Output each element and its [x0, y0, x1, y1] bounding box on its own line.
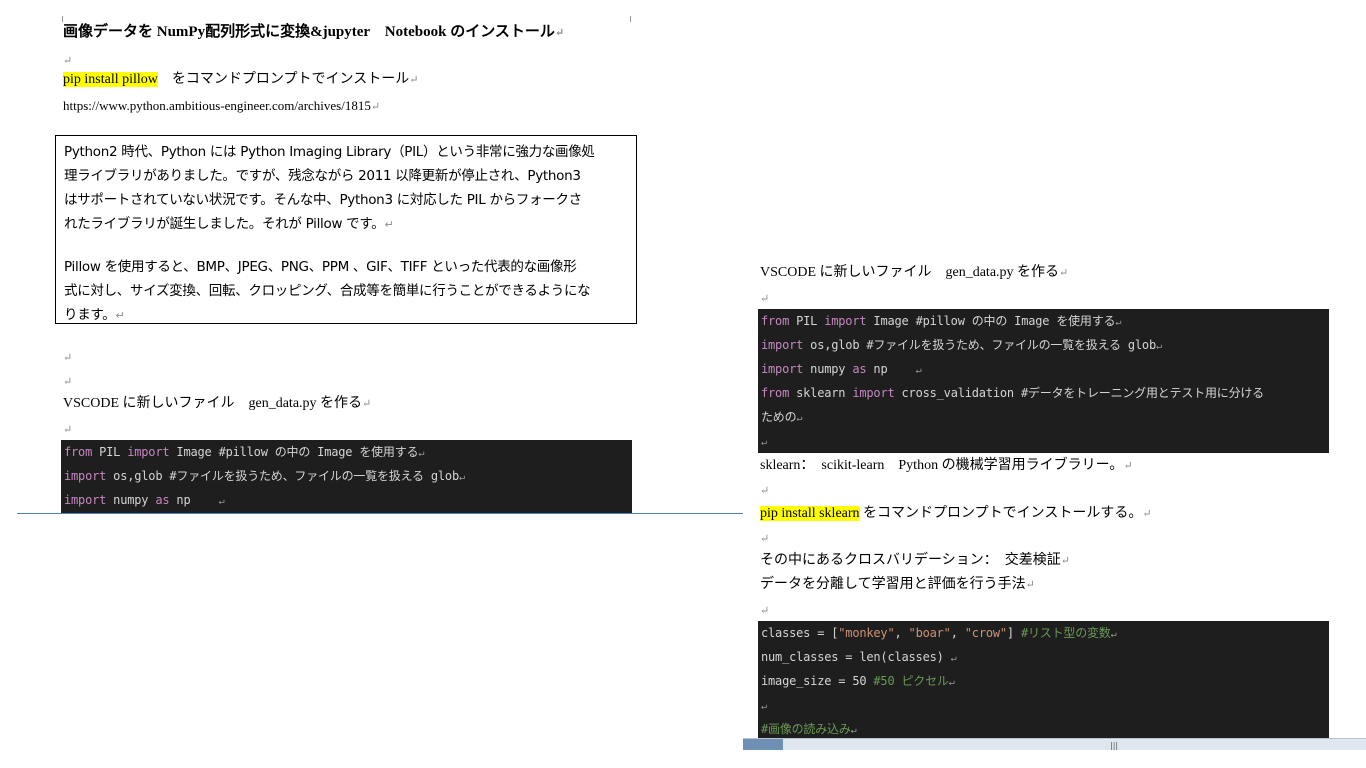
- page-break-line: [17, 513, 743, 514]
- code-line: classes = ["monkey", "boar", "crow"] #リス…: [761, 626, 1117, 640]
- paragraph-mark: ↵: [760, 605, 770, 617]
- code-line: ↵: [761, 701, 767, 712]
- pip-sklearn-command: pip install sklearn: [760, 506, 860, 521]
- quote-line: れたライブラリが誕生しました。それが Pillow です。↵: [64, 216, 394, 232]
- pip-sklearn-line: pip install sklearn をコマンドプロンプトでインストールする。…: [760, 506, 1152, 521]
- paragraph-mark: ↵: [63, 352, 73, 364]
- code-line: from PIL import Image #pillow の中の Image …: [761, 314, 1122, 328]
- paragraph-mark: ↵: [760, 293, 770, 305]
- reference-url[interactable]: https://www.python.ambitious-engineer.co…: [63, 97, 380, 116]
- code-line: import numpy as np ↵: [64, 493, 225, 507]
- page-corner-mark: [630, 16, 631, 22]
- code-line: import os,glob #ファイルを扱うため、ファイルの一覧を扱える gl…: [64, 469, 465, 483]
- code-line: import os,glob #ファイルを扱うため、ファイルの一覧を扱える gl…: [761, 338, 1162, 352]
- vscode-heading-right: VSCODE に新しいファイル gen_data.py を作る↵: [760, 265, 1069, 280]
- paragraph-mark: ↵: [63, 424, 73, 436]
- pip-pillow-command: pip install pillow: [63, 72, 158, 87]
- paragraph-mark: ↵: [63, 55, 73, 67]
- scrollbar-thumb[interactable]: [743, 739, 783, 750]
- code-line: import numpy as np ↵: [761, 362, 922, 376]
- quote-line: ります。↵: [64, 307, 125, 323]
- sklearn-description: sklearn： scikit-learn Python の機械学習用ライブラリ…: [760, 458, 1133, 473]
- code-line: ↵: [761, 437, 767, 448]
- quote-line: Pillow を使用すると、BMP、JPEG、PNG、PPM 、GIF、TIFF…: [64, 259, 577, 275]
- quote-line: Python2 時代、Python には Python Imaging Libr…: [64, 144, 595, 160]
- code-block-left: from PIL import Image #pillow の中の Image …: [61, 440, 632, 513]
- quote-box: Python2 時代、Python には Python Imaging Libr…: [55, 135, 637, 324]
- code-line: #画像の読み込み↵: [761, 722, 857, 736]
- cross-validation-desc: データを分離して学習用と評価を行う手法↵: [760, 577, 1035, 592]
- paragraph-mark: ↵: [760, 533, 770, 545]
- doc-title: 画像データを NumPy配列形式に変換&jupyter Notebook のイン…: [63, 24, 565, 40]
- code-block-right-imports: from PIL import Image #pillow の中の Image …: [758, 309, 1329, 453]
- paragraph-mark: ↵: [760, 485, 770, 497]
- vscode-heading-left: VSCODE に新しいファイル gen_data.py を作る↵: [63, 396, 372, 411]
- quote-line: [64, 237, 628, 255]
- page-corner-mark: [62, 16, 63, 22]
- quote-line: 式に対し、サイズ変換、回転、クロッピング、合成等を簡単に行うことができるようにな: [64, 283, 591, 299]
- quote-line: はサポートされていない状況です。そんな中、Python3 に対応した PIL か…: [64, 192, 582, 208]
- paragraph-mark: ↵: [63, 376, 73, 388]
- pip-pillow-line: pip install pillow をコマンドプロンプトでインストール↵: [63, 72, 419, 87]
- code-block-right-vars: classes = ["monkey", "boar", "crow"] #リス…: [758, 621, 1329, 738]
- horizontal-scrollbar[interactable]: |||: [743, 738, 1366, 750]
- quote-line: 理ライブラリがありました。ですが、残念ながら 2011 以降更新が停止され、Py…: [64, 168, 581, 184]
- cross-validation-line: その中にあるクロスバリデーション： 交差検証↵: [760, 553, 1070, 568]
- code-line: num_classes = len(classes) ↵: [761, 650, 957, 664]
- code-line: ための↵: [761, 410, 803, 424]
- code-line: from PIL import Image #pillow の中の Image …: [64, 445, 425, 459]
- code-line: from sklearn import cross_validation #デー…: [761, 386, 1264, 400]
- grip-icon: |||: [1110, 741, 1119, 750]
- code-line: image_size = 50 #50 ピクセル↵: [761, 674, 955, 688]
